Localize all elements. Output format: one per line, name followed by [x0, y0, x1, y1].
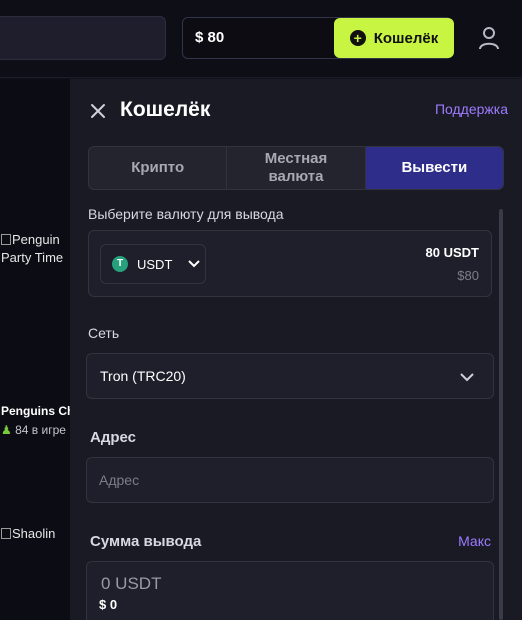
network-select[interactable]: Tron (TRC20) — [86, 353, 494, 399]
game-player-count: ♟ 84 в игре — [1, 423, 66, 437]
top-bar: $ 80 + Кошелёк — [0, 0, 522, 78]
search-bar[interactable] — [0, 16, 166, 60]
players-icon: ♟ — [1, 423, 12, 437]
game-list: Penguin Party Time Penguins Ch ♟ 84 в иг… — [0, 79, 70, 620]
game-title[interactable]: Penguins Ch — [1, 404, 70, 418]
wallet-panel: Кошелёк Поддержка Крипто Местная валюта … — [70, 79, 522, 620]
broken-image-icon — [1, 528, 11, 539]
coin-name: USDT — [137, 256, 173, 272]
address-label: Адрес — [90, 429, 137, 446]
max-button[interactable]: Макс — [458, 533, 491, 549]
panel-title: Кошелёк — [120, 98, 211, 121]
plus-circle-icon: + — [349, 30, 366, 46]
withdraw-amount-label: Сумма вывода — [90, 533, 202, 550]
tab-local-currency[interactable]: Местная валюта — [226, 147, 364, 189]
balance-display[interactable]: $ 80 + Кошелёк — [182, 17, 454, 59]
wallet-button-label: Кошелёк — [373, 29, 439, 47]
wallet-button[interactable]: + Кошелёк — [334, 18, 454, 58]
game-thumbnail-penguin-party-time[interactable]: Penguin Party Time — [1, 231, 63, 267]
wallet-tabs: Крипто Местная валюта Вывести — [88, 146, 504, 190]
available-amount-usd: $80 — [457, 268, 479, 283]
panel-scrollbar[interactable] — [499, 209, 503, 620]
network-label: Сеть — [88, 325, 120, 341]
support-link[interactable]: Поддержка — [435, 101, 508, 117]
tether-icon: T — [112, 256, 128, 272]
coin-select-dropdown[interactable]: T USDT — [100, 244, 206, 284]
chevron-down-icon — [188, 260, 201, 268]
amount-box: $ 0 — [86, 561, 494, 620]
available-amount: 80 USDT — [425, 245, 479, 260]
game-thumbnail-shaolin[interactable]: Shaolin — [1, 525, 55, 543]
address-input[interactable] — [86, 457, 494, 503]
currency-selector-box: T USDT 80 USDT $80 — [88, 230, 492, 297]
broken-image-icon — [1, 234, 11, 245]
tab-withdraw[interactable]: Вывести — [364, 147, 503, 189]
amount-input[interactable] — [101, 574, 401, 594]
user-icon[interactable] — [477, 25, 501, 51]
tab-local-currency-label: Местная валюта — [264, 150, 328, 185]
close-icon[interactable] — [90, 103, 106, 119]
tab-crypto[interactable]: Крипто — [89, 147, 226, 189]
amount-usd-value: $ 0 — [99, 597, 118, 612]
currency-label: Выберите валюту для вывода — [88, 206, 284, 222]
network-value: Tron (TRC20) — [100, 368, 186, 384]
balance-amount: $ 80 — [195, 29, 225, 46]
chevron-down-icon — [460, 373, 474, 382]
